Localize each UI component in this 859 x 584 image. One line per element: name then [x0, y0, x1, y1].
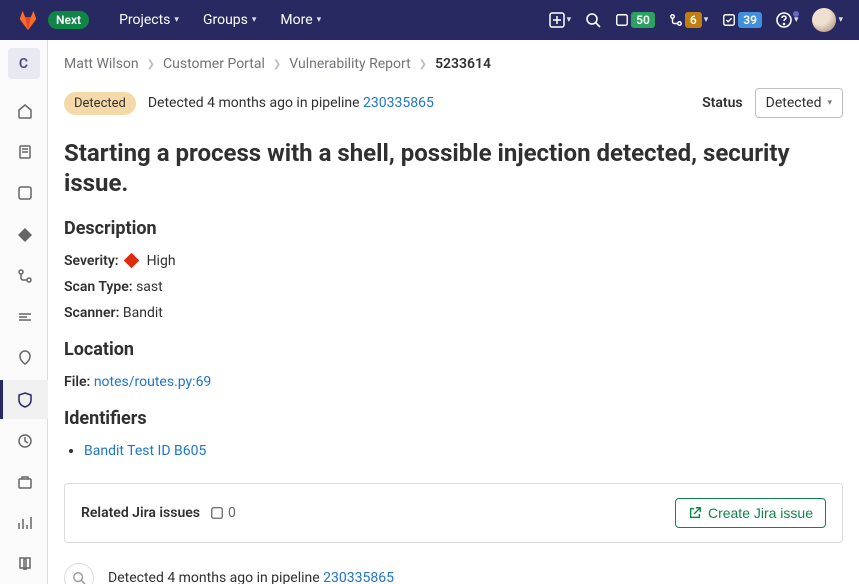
chevron-right-icon: ❯ [419, 59, 427, 70]
help-icon[interactable]: ▾ [776, 12, 799, 28]
topbar-left: Next Projects▾ Groups▾ More▾ [16, 6, 331, 34]
gitlab-logo[interactable] [16, 8, 40, 32]
nav-operations-icon[interactable] [0, 421, 48, 460]
main-content: Matt Wilson ❯ Customer Portal ❯ Vulnerab… [48, 40, 859, 584]
search-icon [64, 563, 94, 584]
crumb-section[interactable]: Vulnerability Report [289, 56, 410, 72]
menu-groups[interactable]: Groups▾ [193, 6, 266, 34]
chevron-down-icon: ▾ [317, 15, 322, 25]
chevron-down-icon: ▾ [827, 98, 832, 108]
search-icon[interactable] [585, 12, 601, 28]
status-pill: Detected [64, 92, 136, 115]
section-description: Description [64, 218, 843, 239]
nav-home-icon[interactable] [0, 91, 48, 130]
todos-counter[interactable]: 39 [722, 12, 762, 28]
top-menu: Projects▾ Groups▾ More▾ [109, 6, 331, 34]
breadcrumb: Matt Wilson ❯ Customer Portal ❯ Vulnerab… [64, 52, 843, 88]
jira-title: Related Jira issues [81, 505, 200, 521]
nav-repo-icon[interactable] [0, 133, 48, 172]
scan-type-row: Scan Type: sast [64, 279, 843, 295]
nav-jira-icon[interactable] [0, 215, 48, 254]
nav-mr-icon[interactable] [0, 256, 48, 295]
chevron-right-icon: ❯ [147, 59, 155, 70]
severity-high-icon [124, 253, 140, 269]
nav-deploy-icon[interactable] [0, 339, 48, 378]
project-avatar[interactable]: C [8, 48, 40, 79]
issue-icon [210, 506, 224, 520]
jira-count: 0 [210, 505, 236, 521]
menu-projects[interactable]: Projects▾ [109, 6, 189, 34]
identifiers-list: Bandit Test ID B605 [84, 443, 843, 459]
scanner-row: Scanner: Bandit [64, 305, 843, 321]
nav-issues-icon[interactable] [0, 174, 48, 213]
menu-more[interactable]: More▾ [270, 6, 331, 34]
status-label: Status [702, 95, 742, 111]
topbar: Next Projects▾ Groups▾ More▾ ▾ 50 6▾ 39 … [0, 0, 859, 40]
pipeline-link[interactable]: 230335865 [363, 95, 434, 111]
section-identifiers: Identifiers [64, 408, 843, 429]
external-link-icon [688, 506, 702, 520]
crumb-user[interactable]: Matt Wilson [64, 56, 139, 72]
sidebar: C [0, 40, 48, 584]
activity-text: Detected 4 months ago in pipeline 230335… [108, 570, 394, 584]
user-avatar[interactable]: ▾ [812, 8, 843, 32]
nav-security-icon[interactable] [0, 380, 48, 419]
create-jira-button[interactable]: Create Jira issue [675, 498, 826, 528]
status-row: Detected Detected 4 months ago in pipeli… [64, 88, 843, 118]
chevron-down-icon: ▾ [252, 15, 257, 25]
activity-row: Detected 4 months ago in pipeline 230335… [64, 563, 843, 584]
vulnerability-title: Starting a process with a shell, possibl… [64, 138, 843, 198]
jira-box: Related Jira issues 0 Create Jira issue [64, 483, 843, 543]
chevron-right-icon: ❯ [273, 59, 281, 70]
detected-text: Detected 4 months ago in pipeline 230335… [148, 95, 434, 111]
severity-row: Severity: High [64, 253, 843, 269]
chevron-down-icon: ▾ [174, 15, 179, 25]
section-location: Location [64, 339, 843, 360]
nav-analytics-icon[interactable] [0, 504, 48, 543]
file-link[interactable]: notes/routes.py:69 [94, 374, 212, 390]
issues-counter[interactable]: 50 [615, 12, 655, 28]
nav-wiki-icon[interactable] [0, 545, 48, 584]
topbar-right: ▾ 50 6▾ 39 ▾ ▾ [549, 8, 843, 32]
crumb-project[interactable]: Customer Portal [163, 56, 265, 72]
nav-packages-icon[interactable] [0, 462, 48, 501]
identifier-item: Bandit Test ID B605 [84, 443, 843, 459]
next-badge: Next [48, 11, 89, 29]
plus-button[interactable]: ▾ [549, 12, 572, 28]
file-row: File: notes/routes.py:69 [64, 374, 843, 390]
nav-ci-icon[interactable] [0, 297, 48, 336]
status-dropdown[interactable]: Detected ▾ [755, 88, 843, 118]
mr-counter[interactable]: 6▾ [669, 12, 708, 28]
identifier-link[interactable]: Bandit Test ID B605 [84, 443, 206, 459]
activity-pipeline-link[interactable]: 230335865 [323, 570, 394, 584]
crumb-id: 5233614 [435, 56, 491, 72]
